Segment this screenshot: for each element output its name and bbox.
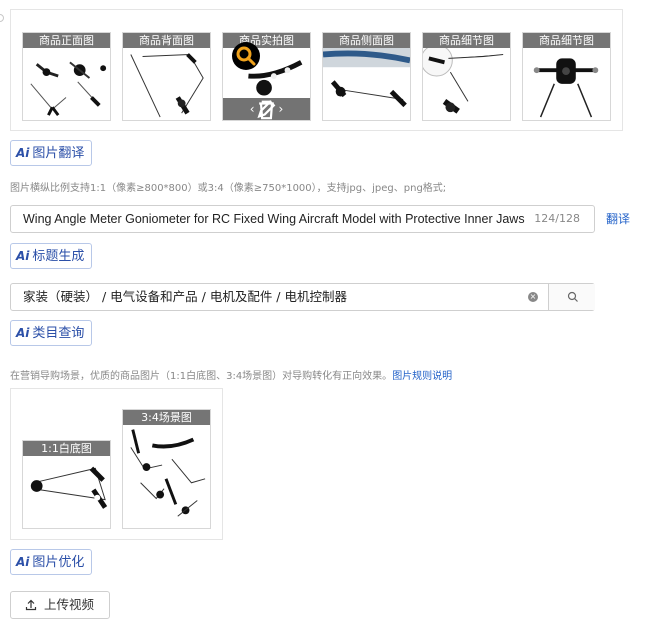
button-label: 类目查询 xyxy=(32,326,85,341)
white-background-image[interactable]: 1:1白底图 xyxy=(22,440,111,529)
image-label: 3:4场景图 xyxy=(123,410,210,425)
title-value: Wing Angle Meter Goniometer for RC Fixed… xyxy=(23,212,525,226)
hint-text: 在营销导购场景，优质的商品图片（1:1白底图、3:4场景图）对导购转化有正向效果… xyxy=(10,371,393,382)
image-label: 商品侧面图 xyxy=(323,33,410,48)
product-image-real-shot[interactable]: 商品实拍图 ‹ › xyxy=(222,32,311,121)
image-optimize-button[interactable]: Ai 图片优化 xyxy=(10,549,93,575)
title-generate-button[interactable]: Ai 标题生成 xyxy=(10,243,93,269)
category-search-button[interactable] xyxy=(548,284,595,310)
search-icon xyxy=(567,291,578,302)
image-action-bar: ‹ › xyxy=(223,98,310,120)
category-field[interactable]: 家装（硬装） / 电气设备和产品 / 电机及配件 / 电机控制器 × xyxy=(10,283,595,311)
image-label: 商品细节图 xyxy=(523,33,610,48)
marketing-images-hint: 在营销导购场景，优质的商品图片（1:1白底图、3:4场景图）对导购转化有正向效果… xyxy=(10,367,452,382)
image-label: 商品正面图 xyxy=(23,33,110,48)
image-translate-button[interactable]: Ai 图片翻译 xyxy=(10,140,93,166)
button-label: 图片翻译 xyxy=(32,146,85,161)
product-image-back[interactable]: 商品背面图 xyxy=(122,32,211,121)
category-query-button[interactable]: Ai 类目查询 xyxy=(10,320,93,346)
zoom-icon[interactable] xyxy=(232,42,260,70)
product-image-detail-2[interactable]: 商品细节图 xyxy=(522,32,611,121)
image-label: 1:1白底图 xyxy=(23,441,110,456)
image-requirements-hint: 图片横纵比例支持1:1（像素≥800*800）或3:4（像素≥750*1000）… xyxy=(10,183,447,194)
product-image-detail-1[interactable]: 商品细节图 xyxy=(422,32,511,121)
ai-icon: Ai xyxy=(16,249,30,263)
character-counter: 124/128 xyxy=(534,212,580,225)
product-image-side[interactable]: 商品侧面图 xyxy=(322,32,411,121)
product-image-front[interactable]: 商品正面图 xyxy=(22,32,111,121)
ai-icon: Ai xyxy=(16,326,30,340)
image-label: 商品背面图 xyxy=(123,33,210,48)
ai-icon: Ai xyxy=(16,555,30,569)
upload-icon xyxy=(25,599,37,611)
ai-icon: Ai xyxy=(16,146,30,160)
image-label: 商品细节图 xyxy=(423,33,510,48)
upload-video-button[interactable]: 上传视频 xyxy=(10,591,110,619)
scene-image[interactable]: 3:4场景图 xyxy=(122,409,211,529)
image-rules-link[interactable]: 图片规则说明 xyxy=(392,371,452,382)
product-title-field[interactable]: Wing Angle Meter Goniometer for RC Fixed… xyxy=(10,205,595,233)
product-photo xyxy=(130,429,206,517)
product-image-gallery: 商品正面图 商品背面图 商品实拍图 ‹ › 商品侧面图 商品细节图 商品细节图 xyxy=(10,9,623,131)
clear-icon[interactable]: × xyxy=(528,292,538,302)
radio-indicator[interactable] xyxy=(0,14,4,22)
button-label: 图片优化 xyxy=(32,555,85,570)
category-value: 家装（硬装） / 电气设备和产品 / 电机及配件 / 电机控制器 xyxy=(23,289,347,304)
button-label: 标题生成 xyxy=(32,249,85,264)
translate-link[interactable]: 翻译 xyxy=(606,210,630,227)
button-label: 上传视频 xyxy=(44,597,95,612)
marketing-image-box: 1:1白底图 3:4场景图 xyxy=(10,388,223,540)
